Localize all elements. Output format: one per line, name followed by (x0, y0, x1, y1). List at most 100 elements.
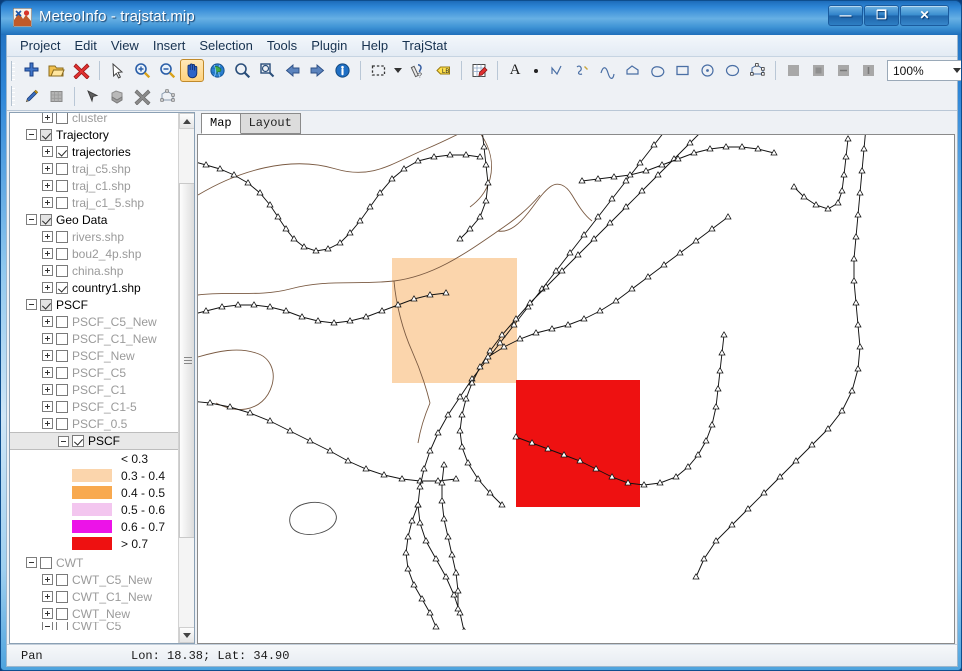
tree-node-traj-c5[interactable]: traj_c5.shp (10, 160, 178, 177)
menu-project[interactable]: Project (13, 36, 67, 56)
polyline-tool-icon[interactable] (545, 59, 569, 82)
tree-node-pscf-group[interactable]: PSCF (10, 296, 178, 313)
checkbox-cluster[interactable] (56, 113, 68, 124)
measure-icon[interactable]: ? (406, 59, 430, 82)
zoom-in-icon[interactable] (130, 59, 154, 82)
layout-page-icon[interactable] (781, 59, 805, 82)
checkbox-cwt-c5-new[interactable] (56, 573, 68, 586)
edit-table-icon[interactable] (44, 85, 68, 108)
point-tool-icon[interactable] (528, 59, 544, 82)
tree-node-cwt-new[interactable]: CWT_New (10, 605, 178, 622)
tree-node-pscf-05[interactable]: PSCF_0.5 (10, 415, 178, 432)
add-layer-icon[interactable] (19, 59, 43, 82)
zoom-level-combo[interactable]: 100% (887, 60, 961, 81)
layout-full-icon[interactable] (856, 59, 880, 82)
label-tag-icon[interactable]: LB (431, 59, 455, 82)
menu-view[interactable]: View (104, 36, 146, 56)
curve-polygon-tool-icon[interactable] (645, 59, 669, 82)
expander-plus-icon[interactable] (42, 574, 53, 585)
map-canvas[interactable] (198, 135, 955, 630)
menu-plugin[interactable]: Plugin (304, 36, 354, 56)
edit-vertices-tool-icon[interactable] (745, 59, 769, 82)
tree-node-pscf-c5-new[interactable]: PSCF_C5_New (10, 313, 178, 330)
checkbox-pscf-new[interactable] (56, 349, 68, 362)
expander-plus-icon[interactable] (42, 418, 53, 429)
tree-node-bou2-4p[interactable]: bou2_4p.shp (10, 245, 178, 262)
layout-fit-icon[interactable] (831, 59, 855, 82)
maximize-button[interactable]: ❐ (864, 5, 899, 26)
tree-node-pscf-c1-new[interactable]: PSCF_C1_New (10, 330, 178, 347)
checkbox-pscf-c1-5[interactable] (56, 400, 68, 413)
tree-node-cwt-c5-new[interactable]: CWT_C5_New (10, 571, 178, 588)
tree-node-china[interactable]: china.shp (10, 262, 178, 279)
tree-node-cwt-c1-new[interactable]: CWT_C1_New (10, 588, 178, 605)
open-project-icon[interactable] (44, 59, 68, 82)
edit-pencil-icon[interactable] (19, 85, 43, 108)
expander-plus-icon[interactable] (42, 350, 53, 361)
expander-plus-icon[interactable] (42, 591, 53, 602)
edit-delete-shape-icon[interactable] (130, 85, 154, 108)
checkbox-pscf-c5[interactable] (56, 366, 68, 379)
expander-plus-icon[interactable] (42, 248, 53, 259)
edit-copy-shape-icon[interactable] (105, 85, 129, 108)
checkbox-country1[interactable] (56, 281, 68, 294)
menu-edit[interactable]: Edit (67, 36, 103, 56)
checkbox-traj-c1-5[interactable] (56, 196, 68, 209)
checkbox-pscf-c5-new[interactable] (56, 315, 68, 328)
checkbox-cwt-c5[interactable] (56, 622, 68, 630)
tree-node-cwt-c5[interactable]: CWT_C5 (10, 622, 178, 630)
chevron-down-icon[interactable] (953, 68, 961, 73)
edit-select-arrow-icon[interactable] (80, 85, 104, 108)
pan-hand-icon[interactable] (180, 59, 204, 82)
expander-minus-icon[interactable] (26, 299, 37, 310)
tree-node-geodata-group[interactable]: Geo Data (10, 211, 178, 228)
text-tool-icon[interactable]: A (503, 59, 527, 82)
zoom-out-icon[interactable] (155, 59, 179, 82)
tab-map[interactable]: Map (201, 113, 241, 134)
checkbox-bou2-4p[interactable] (56, 247, 68, 260)
attribute-table-icon[interactable] (467, 59, 491, 82)
expander-plus-icon[interactable] (42, 265, 53, 276)
expander-plus-icon[interactable] (42, 163, 53, 174)
checkbox-geodata[interactable] (40, 213, 52, 226)
scroll-up-arrow-icon[interactable] (179, 113, 194, 129)
expander-plus-icon[interactable] (42, 384, 53, 395)
expander-plus-icon[interactable] (42, 180, 53, 191)
edit-vertex-polygon-icon[interactable] (155, 85, 179, 108)
checkbox-pscf-05[interactable] (56, 417, 68, 430)
toolbar-grip-edit[interactable] (11, 86, 15, 106)
layout-zoom-icon[interactable] (806, 59, 830, 82)
tree-node-cluster[interactable]: cluster (10, 113, 178, 126)
checkbox-pscf-selected[interactable] (72, 435, 84, 447)
checkbox-pscf-group[interactable] (40, 298, 52, 311)
expander-plus-icon[interactable] (42, 316, 53, 327)
next-extent-icon[interactable] (305, 59, 329, 82)
expander-plus-icon[interactable] (42, 608, 53, 619)
menu-tools[interactable]: Tools (260, 36, 304, 56)
polygon-tool-icon[interactable] (620, 59, 644, 82)
tree-node-country1[interactable]: country1.shp (10, 279, 178, 296)
identify-magnifier-icon[interactable] (230, 59, 254, 82)
ellipse-tool-icon[interactable] (720, 59, 744, 82)
select-arrow-icon[interactable] (105, 59, 129, 82)
toolbar-grip[interactable] (11, 60, 15, 81)
expander-plus-icon[interactable] (42, 231, 53, 242)
checkbox-trajectories[interactable] (56, 145, 68, 158)
minimize-button[interactable]: — (828, 5, 863, 26)
previous-extent-icon[interactable] (280, 59, 304, 82)
expander-plus-icon[interactable] (42, 113, 53, 123)
expander-plus-icon[interactable] (42, 282, 53, 293)
checkbox-trajectory[interactable] (40, 128, 52, 141)
checkbox-pscf-c1-new[interactable] (56, 332, 68, 345)
expander-minus-icon[interactable] (26, 129, 37, 140)
zoom-to-selection-icon[interactable] (255, 59, 279, 82)
menu-help[interactable]: Help (354, 36, 395, 56)
close-button[interactable]: ✕ (900, 5, 949, 26)
scrollbar-thumb[interactable] (179, 183, 194, 538)
checkbox-pscf-c1[interactable] (56, 383, 68, 396)
tree-node-trajectories[interactable]: trajectories (10, 143, 178, 160)
expander-minus-icon[interactable] (26, 214, 37, 225)
checkbox-rivers[interactable] (56, 230, 68, 243)
tree-node-pscf-selected[interactable]: PSCF (10, 432, 178, 450)
tree-node-trajectory-group[interactable]: Trajectory (10, 126, 178, 143)
